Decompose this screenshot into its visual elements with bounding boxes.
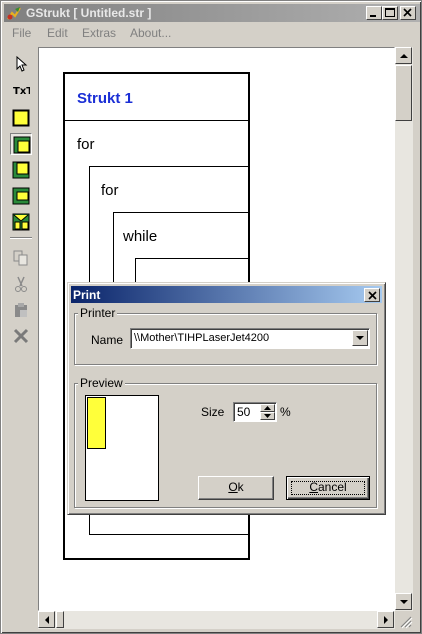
menu-extras[interactable]: Extras bbox=[82, 26, 116, 40]
printer-name-label: Name bbox=[91, 333, 124, 347]
size-increment-button[interactable] bbox=[260, 404, 275, 412]
arrow-down-icon bbox=[400, 600, 408, 604]
printer-dropdown-button[interactable] bbox=[352, 330, 368, 346]
size-unit: % bbox=[280, 405, 291, 419]
printer-group-label: Printer bbox=[78, 306, 118, 320]
horizontal-scrollbar[interactable] bbox=[38, 611, 395, 629]
delete-tool[interactable] bbox=[10, 325, 32, 347]
size-spinner[interactable]: 50 bbox=[233, 402, 277, 422]
while-loop-icon bbox=[12, 187, 30, 205]
loop-body-bottom bbox=[89, 534, 248, 535]
cut-icon bbox=[15, 276, 27, 292]
minimize-button[interactable] bbox=[366, 6, 382, 20]
loop-label-while: while bbox=[123, 228, 158, 245]
resize-grip[interactable] bbox=[395, 611, 413, 629]
while-body-top bbox=[135, 258, 248, 259]
arrow-right-icon bbox=[384, 616, 388, 624]
menu-about[interactable]: About... bbox=[130, 26, 171, 40]
page-preview bbox=[85, 395, 159, 501]
loop-label-for-outer: for bbox=[77, 136, 95, 153]
preview-diagram-area bbox=[87, 397, 106, 449]
spin-down-icon bbox=[264, 414, 271, 418]
gstrukt-app-icon bbox=[6, 5, 22, 21]
branch-tool[interactable] bbox=[10, 211, 32, 233]
resize-grip-icon bbox=[400, 616, 413, 629]
close-button[interactable] bbox=[400, 6, 416, 20]
paste-icon bbox=[15, 303, 27, 317]
window-title: GStrukt [ Untitled.str ] bbox=[26, 6, 152, 20]
ok-accelerator: O bbox=[228, 480, 238, 494]
pointer-icon bbox=[16, 55, 28, 72]
inner-body-top bbox=[113, 212, 248, 213]
arrow-up-icon bbox=[400, 54, 408, 58]
cut-tool[interactable] bbox=[10, 273, 32, 295]
branch-icon bbox=[12, 213, 30, 231]
text-tool[interactable]: TxT bbox=[10, 79, 32, 101]
main-window: GStrukt [ Untitled.str ] File Edit Extra… bbox=[0, 0, 422, 634]
dialog-title-bar[interactable]: Print bbox=[71, 286, 382, 303]
pointer-tool[interactable] bbox=[10, 53, 32, 75]
size-decrement-button[interactable] bbox=[260, 412, 275, 420]
title-bar[interactable]: GStrukt [ Untitled.str ] bbox=[4, 4, 420, 22]
repeat-loop-icon bbox=[12, 161, 30, 179]
divider bbox=[65, 120, 248, 121]
scroll-down-button[interactable] bbox=[395, 593, 412, 610]
for-loop-icon bbox=[13, 136, 31, 154]
dialog-title: Print bbox=[73, 288, 101, 302]
size-value[interactable]: 50 bbox=[237, 405, 250, 419]
repeat-loop-tool[interactable] bbox=[10, 159, 32, 181]
dialog-close-button[interactable] bbox=[364, 288, 380, 302]
scroll-right-button[interactable] bbox=[377, 611, 394, 628]
chevron-down-icon bbox=[356, 336, 364, 340]
scroll-up-button[interactable] bbox=[395, 47, 412, 64]
focus-ring bbox=[291, 481, 365, 495]
delete-icon bbox=[13, 328, 29, 344]
statement-block-tool[interactable] bbox=[10, 107, 32, 129]
tool-palette: TxT bbox=[8, 47, 36, 629]
text-icon: TxT bbox=[13, 86, 30, 97]
svg-text:TxT: TxT bbox=[13, 86, 30, 97]
paste-tool[interactable] bbox=[10, 299, 32, 321]
printer-select[interactable]: \\Mother\TIHPLaserJet4200 bbox=[130, 328, 370, 349]
loop-body-top bbox=[89, 166, 248, 167]
toolbar-separator bbox=[10, 237, 32, 239]
while-loop-tool[interactable] bbox=[10, 185, 32, 207]
for-loop-tool[interactable] bbox=[10, 133, 32, 155]
loop-label-for-inner: for bbox=[101, 182, 119, 199]
horizontal-scroll-thumb[interactable] bbox=[56, 611, 64, 628]
ok-label-rest: k bbox=[237, 480, 244, 494]
copy-tool[interactable] bbox=[10, 247, 32, 269]
scroll-left-button[interactable] bbox=[38, 611, 55, 628]
cancel-button[interactable]: Cancel bbox=[286, 476, 370, 500]
menu-bar: File Edit Extras About... bbox=[4, 23, 420, 43]
arrow-left-icon bbox=[45, 616, 49, 624]
menu-file[interactable]: File bbox=[12, 26, 31, 40]
copy-icon bbox=[13, 250, 28, 266]
close-icon bbox=[368, 291, 377, 300]
diagram-title: Strukt 1 bbox=[77, 90, 133, 107]
print-dialog: Print Printer Name \\Mother\TIHPLaserJet… bbox=[67, 282, 386, 515]
printer-select-value: \\Mother\TIHPLaserJet4200 bbox=[134, 332, 270, 344]
size-label: Size bbox=[201, 405, 225, 419]
statement-block-icon bbox=[12, 109, 30, 127]
spin-up-icon bbox=[264, 406, 271, 410]
maximize-button[interactable] bbox=[382, 6, 398, 20]
vertical-scroll-thumb[interactable] bbox=[395, 65, 412, 121]
vertical-scrollbar[interactable] bbox=[395, 47, 413, 611]
menu-edit[interactable]: Edit bbox=[47, 26, 68, 40]
ok-button[interactable]: Ok bbox=[198, 476, 274, 500]
preview-group-label: Preview bbox=[78, 376, 125, 390]
